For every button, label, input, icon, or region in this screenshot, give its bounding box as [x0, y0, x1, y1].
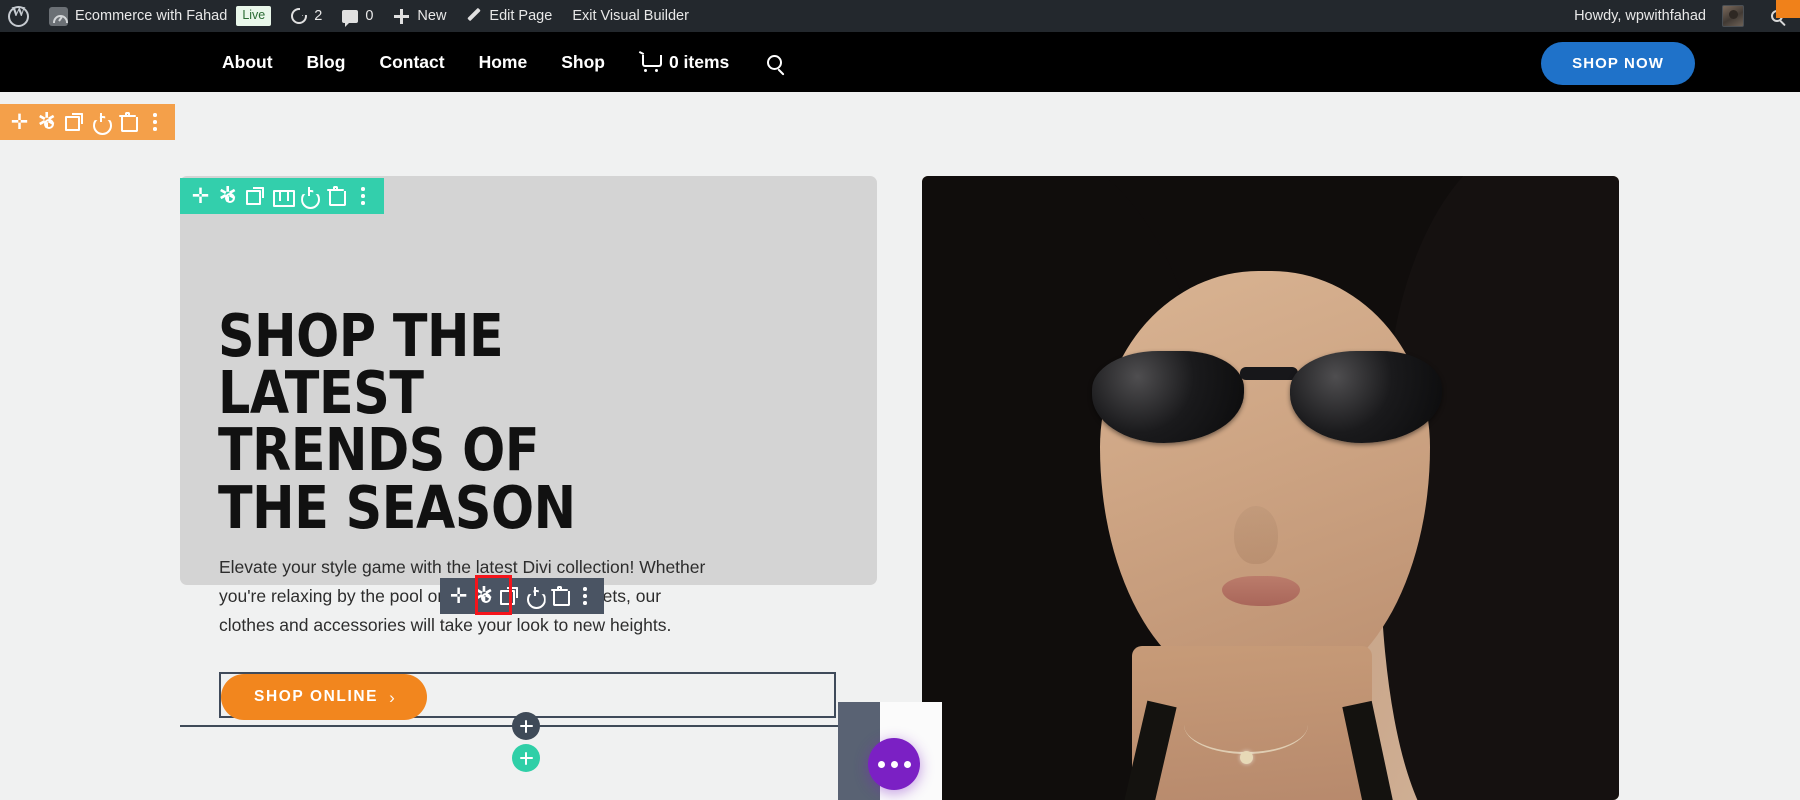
gear-icon[interactable] — [37, 112, 57, 132]
module-settings-toolbar — [440, 578, 604, 614]
updates-count: 2 — [314, 8, 323, 24]
gear-icon[interactable] — [474, 586, 494, 606]
shopping-cart-icon — [640, 54, 662, 72]
admin-bar-comments[interactable]: 0 — [332, 0, 383, 32]
shop-now-button[interactable]: SHOP NOW — [1541, 42, 1695, 85]
more-options-icon[interactable] — [145, 112, 165, 132]
admin-bar-edit-page[interactable]: Edit Page — [456, 0, 562, 32]
main-navigation: About Blog Contact Home Shop 0 items — [205, 52, 783, 73]
move-icon[interactable] — [10, 112, 30, 132]
search-icon — [767, 54, 783, 70]
trash-icon[interactable] — [118, 112, 139, 132]
admin-bar-updates[interactable]: 2 — [281, 0, 332, 32]
admin-bar-right-group: Howdy, wpwithfahad — [1554, 0, 1800, 32]
wordpress-logo-icon — [8, 5, 29, 27]
comments-count: 0 — [365, 8, 374, 24]
cart-link[interactable]: 0 items — [622, 52, 729, 73]
new-label: New — [417, 8, 447, 24]
admin-bar-site-name[interactable]: Ecommerce with Fahad Live — [39, 0, 281, 32]
trash-icon[interactable] — [550, 586, 570, 606]
sunglasses — [1092, 351, 1442, 443]
duplicate-icon[interactable] — [499, 586, 519, 606]
shop-online-button[interactable]: SHOP ONLINE › — [221, 674, 428, 720]
divi-builder-fab[interactable] — [868, 738, 920, 790]
header-search-button[interactable] — [767, 54, 783, 70]
power-icon[interactable] — [299, 186, 319, 206]
admin-bar-wordpress-logo[interactable] — [0, 0, 39, 32]
comment-icon — [342, 9, 359, 27]
nav-item-blog[interactable]: Blog — [290, 52, 363, 73]
nav-item-shop[interactable]: Shop — [544, 52, 622, 73]
edit-page-label: Edit Page — [489, 8, 553, 24]
cart-items-count: 0 items — [668, 51, 730, 72]
wp-admin-bar: Ecommerce with Fahad Live 2 0 New Edit P… — [0, 0, 1800, 32]
hero-image[interactable] — [922, 176, 1619, 800]
three-dots-icon — [877, 760, 885, 768]
chevron-right-icon: › — [389, 687, 397, 707]
pencil-icon — [466, 8, 482, 24]
hero-title: Shop the latest trends of the season — [218, 301, 576, 542]
admin-bar-my-account[interactable]: Howdy, wpwithfahad — [1554, 0, 1754, 32]
plus-icon — [393, 8, 410, 25]
move-icon[interactable] — [449, 586, 469, 606]
nav-item-home[interactable]: Home — [462, 52, 545, 73]
more-options-icon[interactable] — [353, 186, 373, 206]
duplicate-icon[interactable] — [64, 112, 84, 132]
columns-icon[interactable] — [272, 186, 295, 207]
nav-item-contact[interactable]: Contact — [362, 52, 461, 73]
howdy-label: Howdy, wpwithfahad — [1574, 8, 1706, 24]
trash-icon[interactable] — [326, 186, 347, 206]
page-settings-toolbar — [0, 104, 175, 140]
avatar — [1722, 5, 1744, 27]
move-icon[interactable] — [191, 186, 211, 206]
gear-icon[interactable] — [218, 186, 238, 206]
add-module-button[interactable] — [512, 712, 540, 740]
sync-icon — [291, 8, 308, 24]
power-icon[interactable] — [91, 112, 111, 132]
duplicate-icon[interactable] — [245, 186, 265, 206]
add-row-button[interactable] — [512, 744, 540, 772]
admin-bar-new[interactable]: New — [383, 0, 456, 32]
site-header: About Blog Contact Home Shop 0 items SHO… — [0, 32, 1800, 92]
shop-online-button-label: SHOP ONLINE — [254, 688, 379, 705]
row-settings-toolbar — [180, 178, 384, 214]
dashboard-icon — [49, 6, 68, 26]
site-name-label: Ecommerce with Fahad — [75, 8, 228, 24]
more-options-icon[interactable] — [575, 586, 595, 606]
live-badge: Live — [236, 6, 272, 26]
builder-corner-indicator[interactable] — [1776, 0, 1800, 18]
nav-item-about[interactable]: About — [205, 52, 290, 73]
exit-builder-label: Exit Visual Builder — [572, 8, 689, 24]
power-icon[interactable] — [525, 586, 545, 606]
model-photo — [922, 176, 1619, 800]
admin-bar-exit-visual-builder[interactable]: Exit Visual Builder — [562, 0, 699, 32]
